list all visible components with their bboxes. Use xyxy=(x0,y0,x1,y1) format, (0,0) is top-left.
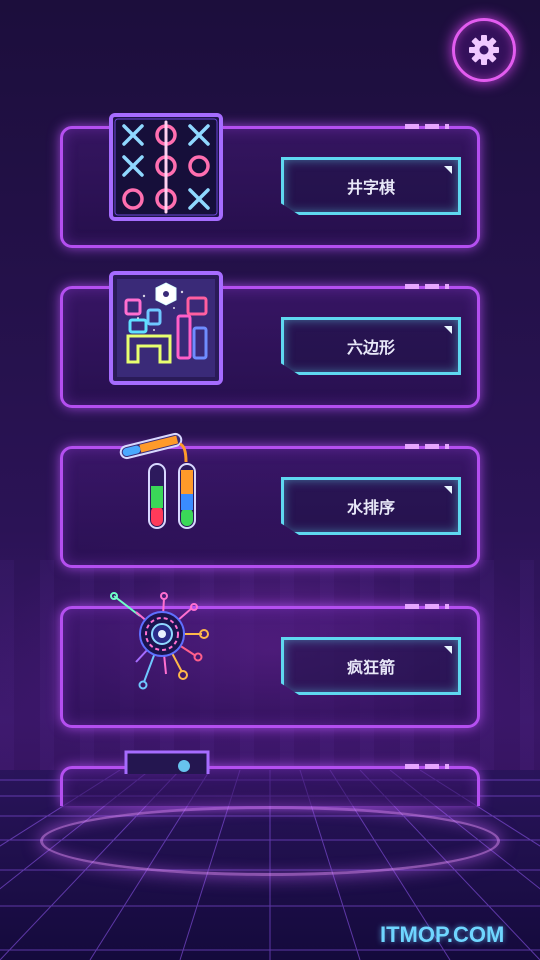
card-dash-decoration xyxy=(405,124,449,129)
card-dash-decoration xyxy=(405,284,449,289)
notch-decoration xyxy=(444,326,452,334)
card-dash-decoration xyxy=(405,604,449,609)
watermark-text: ITMOP.COM xyxy=(380,922,505,947)
game-label: 井字棋 xyxy=(346,178,395,197)
card-dash-decoration xyxy=(405,764,449,769)
crazy-arrow-target-icon xyxy=(110,592,209,690)
gear-icon xyxy=(469,35,499,65)
game-button-crazy-arrow[interactable]: 疯狂箭 xyxy=(281,637,461,695)
game-label: 疯狂箭 xyxy=(346,658,395,677)
partial-game-icon xyxy=(124,750,210,774)
game-button-hexa[interactable]: 六边形 xyxy=(281,317,461,375)
water-sort-tubes-icon xyxy=(119,432,196,529)
game-button-water-sort[interactable]: 水排序 xyxy=(281,477,461,535)
floor-ring xyxy=(40,806,500,876)
tic-tac-toe-icon xyxy=(109,113,223,221)
game-label: 六边形 xyxy=(346,338,395,357)
game-button-tic-tac-toe[interactable]: 井字棋 xyxy=(281,157,461,215)
card-dash-decoration xyxy=(405,444,449,449)
notch-decoration xyxy=(444,646,452,654)
notch-decoration xyxy=(444,166,452,174)
notch-decoration xyxy=(444,486,452,494)
settings-button[interactable] xyxy=(452,18,516,82)
hexa-blocks-icon xyxy=(109,271,223,385)
game-label: 水排序 xyxy=(346,498,395,517)
